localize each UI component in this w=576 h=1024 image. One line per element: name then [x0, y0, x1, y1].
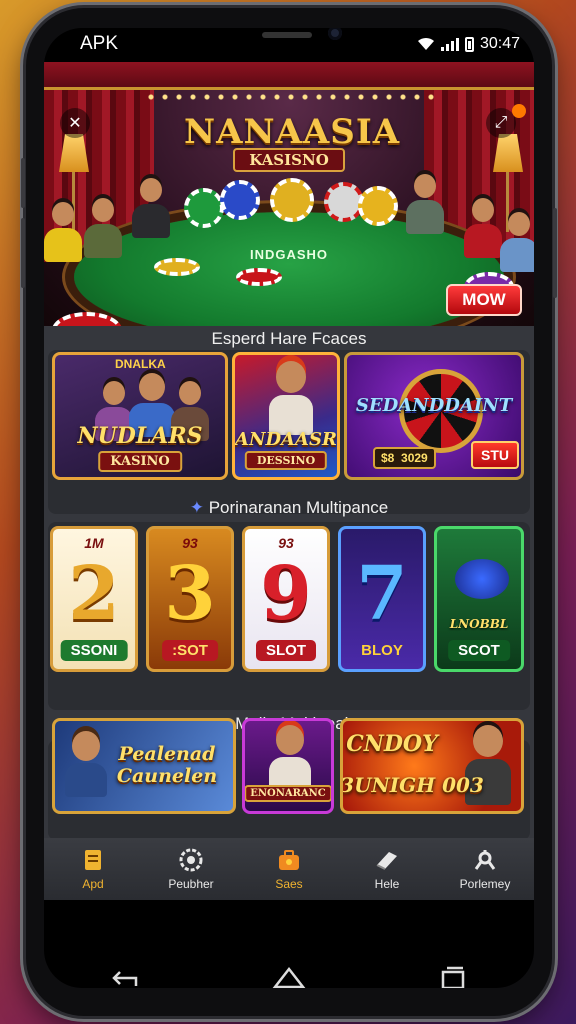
player-avatar — [500, 212, 534, 272]
section-title-multiplayer: ✦ Porinaranan Multipance — [44, 498, 534, 518]
profile-icon — [474, 850, 496, 870]
logo-title: NANAASIA — [184, 112, 401, 152]
speaker-grille — [262, 32, 312, 38]
hero-banner[interactable]: NANAASIA KASISNO INDGASHO ✕ ⤢ MOW — [44, 62, 534, 332]
nav-label: Porlemey — [459, 877, 511, 891]
game-card[interactable]: ENONARANC — [242, 718, 334, 814]
document-icon — [85, 850, 101, 870]
home-icon[interactable] — [272, 965, 306, 988]
poker-chip — [184, 188, 224, 228]
card-subtitle: KASINO — [98, 451, 182, 472]
poker-chip — [220, 180, 260, 220]
section-title-text: Porinaranan Multipance — [208, 498, 389, 517]
nav-item-hele[interactable]: Hele — [338, 838, 436, 900]
nav-item-peubher[interactable]: Peubher — [142, 838, 240, 900]
gear-icon — [179, 848, 203, 872]
nav-label: Apd — [82, 877, 104, 891]
poker-chip — [270, 178, 314, 222]
signal-icon — [440, 37, 459, 51]
nav-item-porlemey[interactable]: Porlemey — [436, 838, 534, 900]
card-title: ENONARANC — [245, 785, 331, 802]
casino-logo: NANAASIA KASISNO — [184, 112, 401, 172]
slot-card[interactable]: LNOBBL SCOT — [434, 526, 524, 672]
power-button — [553, 208, 557, 298]
logo-subtitle: KASISNO — [233, 148, 345, 172]
slot-label: BLOY — [361, 642, 403, 659]
slot-number: 9 — [260, 551, 312, 637]
slot-label: SSONI — [60, 640, 128, 661]
curtain-valance — [44, 62, 534, 90]
volume-up-button — [21, 158, 25, 208]
slot-label: :SOT — [162, 640, 218, 661]
slot-card[interactable]: 93 9 SLOT — [242, 526, 330, 672]
slot-top-label: 93 — [182, 535, 198, 551]
card-title: NUDLARS — [77, 423, 203, 449]
slot-card[interactable]: 93 3 :SOT — [146, 526, 234, 672]
screen: APK 30:47 NANAASIA KASISNO INDGASHO ✕ ⤢ … — [44, 28, 534, 988]
card-title: ANDAASR — [235, 429, 337, 450]
nav-item-apd[interactable]: Apd — [44, 838, 142, 900]
slot-number: 3 — [164, 551, 216, 637]
slot-card[interactable]: 1M 2 SSONI — [50, 526, 138, 672]
slot-top-label: 93 — [278, 535, 294, 551]
slot-number: 2 — [68, 551, 120, 637]
wifi-icon — [417, 37, 434, 50]
game-card[interactable]: Pealenad Caunelen — [52, 718, 236, 814]
expand-icon[interactable]: ✕ — [60, 108, 90, 138]
player-avatar — [406, 174, 444, 234]
slot-card-text: LNOBBL — [449, 617, 509, 631]
stu-button[interactable]: STU — [471, 441, 519, 469]
poker-chip — [154, 258, 200, 276]
card-subtitle: 3UNIGH 003 — [340, 773, 484, 797]
nav-item-saes[interactable]: Saes — [240, 838, 338, 900]
carrier-label: APK — [80, 33, 119, 54]
recents-icon[interactable] — [438, 965, 468, 988]
card-title: CNDOY — [346, 731, 438, 757]
section-title-featured: Esperd Hare Fcaces — [211, 329, 367, 348]
now-button[interactable]: MOW — [446, 284, 522, 316]
string-lights — [144, 92, 434, 102]
slot-number: 7 — [356, 551, 408, 637]
card-title: Pealenad Caunelen — [116, 743, 218, 787]
slot-card[interactable]: 7 BLOY — [338, 526, 426, 672]
slot-top-label: 1M — [84, 535, 104, 551]
slot-label: SLOT — [256, 640, 316, 661]
card-title: SEDANDDAINT — [355, 395, 513, 416]
volume-down-button — [21, 218, 25, 288]
poker-chip — [236, 268, 282, 286]
back-icon[interactable] — [110, 966, 140, 988]
cards-icon: ✦ — [189, 498, 204, 517]
card-character — [269, 725, 311, 791]
bottom-nav: Apd Peubher Saes Hele Porlemey — [44, 838, 534, 900]
player-avatar — [132, 178, 170, 238]
jackpot-amount: $8 3029 — [373, 447, 436, 469]
player-avatar — [464, 198, 502, 258]
poker-chip — [358, 186, 398, 226]
nav-label: Peubher — [168, 877, 214, 891]
card-character — [269, 361, 313, 435]
system-nav-bar — [44, 958, 534, 988]
chip-icon — [455, 559, 509, 599]
player-avatar — [44, 202, 82, 262]
card-badge: DNALKA — [115, 357, 166, 371]
briefcase-icon — [279, 850, 299, 870]
table-text: INDGASHO — [249, 247, 329, 262]
featured-game-card[interactable]: DNALKA NUDLARS KASINO — [52, 352, 228, 480]
clock: 30:47 — [479, 35, 520, 52]
card-subtitle: DESSINO — [244, 451, 328, 470]
battery-icon — [464, 36, 474, 52]
notification-dot — [512, 104, 526, 118]
nav-label: Saes — [275, 877, 303, 891]
game-card[interactable]: CNDOY 3UNIGH 003 — [340, 718, 524, 814]
slot-label: SCOT — [448, 640, 510, 661]
featured-game-card[interactable]: SEDANDDAINT $8 3029 STU — [344, 352, 524, 480]
featured-game-card[interactable]: ANDAASR DESSINO — [232, 352, 340, 480]
nav-label: Hele — [374, 877, 400, 891]
cards-icon — [376, 852, 397, 870]
player-avatar — [84, 198, 122, 258]
